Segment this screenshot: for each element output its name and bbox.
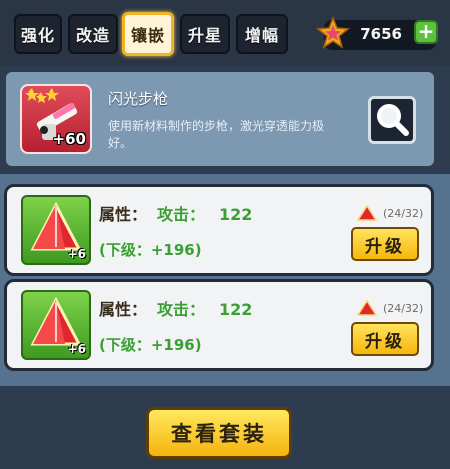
plus-icon: + (417, 19, 435, 43)
upgrade-button[interactable]: 升级 (351, 227, 419, 261)
attack-label: 攻击： (157, 205, 206, 224)
gem-level: +6 (67, 342, 86, 356)
gem-count: (24/32) (383, 302, 424, 315)
tab-star-up[interactable]: 升星 (180, 14, 230, 54)
inspect-button[interactable] (368, 96, 416, 144)
tab-strengthen[interactable]: 强化 (14, 14, 62, 54)
attribute-label: 属性： (99, 300, 148, 319)
gem-frame[interactable]: +6 (21, 195, 91, 265)
weapon-level: +60 (52, 130, 86, 148)
gem-frame[interactable]: +6 (21, 290, 91, 360)
attack-value: 122 (219, 205, 253, 224)
attack-value: 122 (219, 300, 253, 319)
gem-count-icon (357, 205, 377, 221)
currency-amount: 7656 (360, 25, 402, 43)
gem-count: (24/32) (383, 207, 424, 220)
upgrade-button[interactable]: 升级 (351, 322, 419, 356)
weapon-description: 使用新材料制作的步枪，激光穿透能力极好。 (108, 119, 325, 150)
magnifier-icon (377, 104, 409, 136)
attribute-label: 属性： (99, 205, 148, 224)
attribute-line: 属性： 攻击： 122 (99, 201, 252, 225)
attribute-line: 属性： 攻击： 122 (99, 296, 252, 320)
view-set-button[interactable]: 查看套装 (146, 407, 292, 459)
next-level-bonus: (下级：+196) (99, 241, 202, 259)
weapon-icon-frame[interactable]: +60 (20, 84, 92, 154)
attack-label: 攻击： (157, 300, 206, 319)
star-coin-icon (316, 16, 350, 49)
gem-count-icon (357, 300, 377, 316)
tab-modify[interactable]: 改造 (68, 14, 118, 54)
gem-slot: +6 属性： 攻击： 122 (下级：+196) (24/32) 升级 (4, 184, 434, 276)
next-level-bonus: (下级：+196) (99, 336, 202, 354)
add-currency-button[interactable]: + (414, 20, 438, 44)
weapon-name: 闪光步枪 (108, 90, 169, 108)
tab-amplify[interactable]: 增幅 (236, 14, 288, 54)
gem-slot: +6 属性： 攻击： 122 (下级：+196) (24/32) 升级 (4, 279, 434, 371)
tab-inlay[interactable]: 镶嵌 (122, 12, 174, 56)
gem-level: +6 (67, 247, 86, 261)
